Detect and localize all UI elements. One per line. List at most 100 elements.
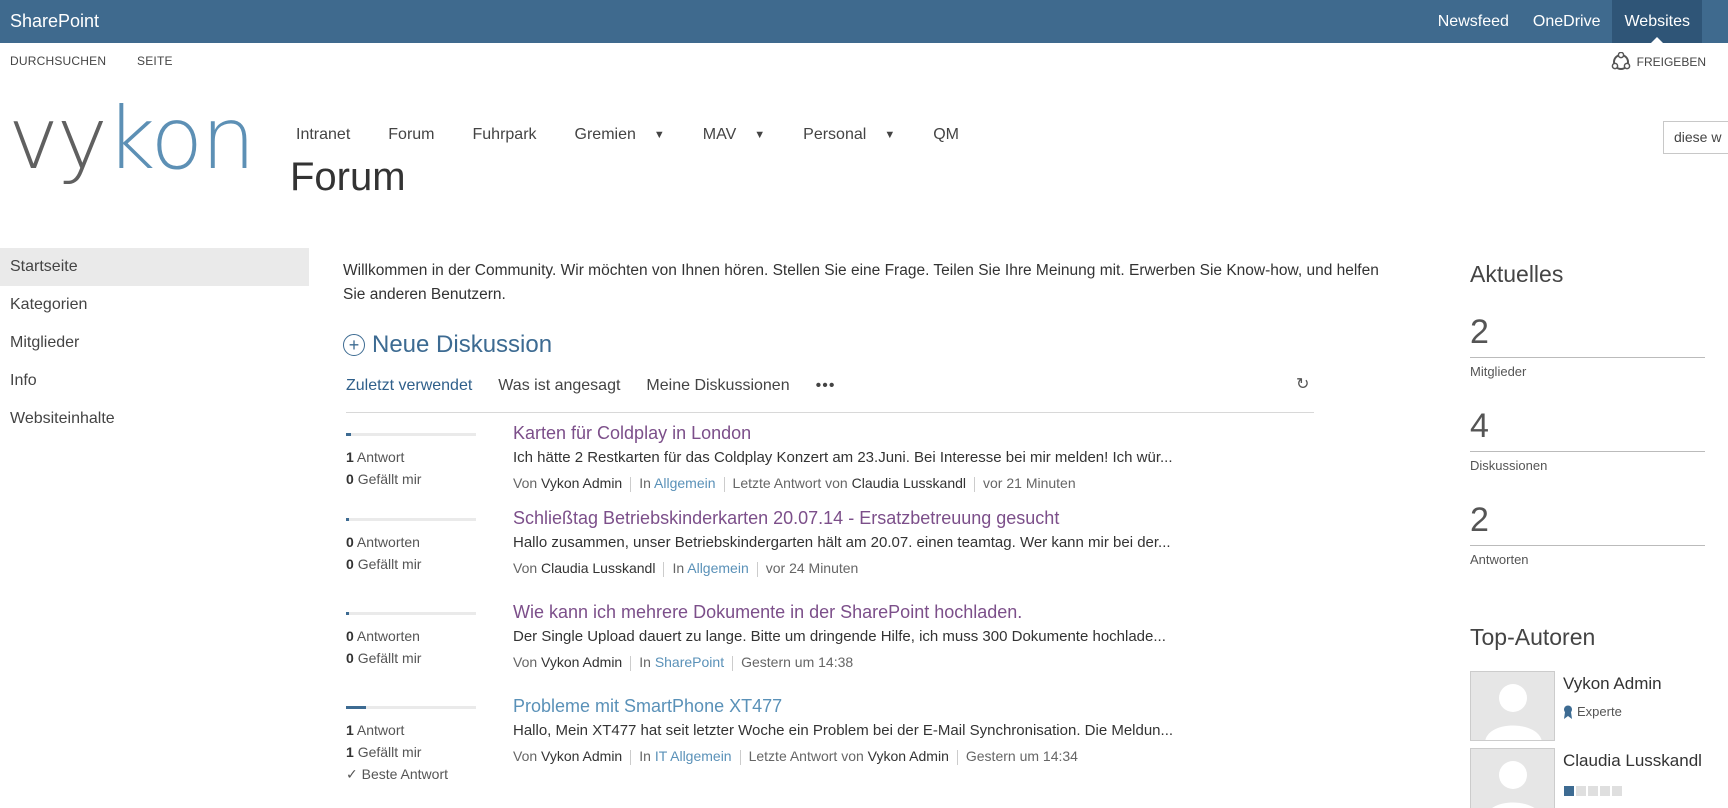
topnav-personal[interactable]: Personal ▼ (803, 126, 895, 144)
site-logo[interactable]: vykon (8, 96, 256, 182)
logo-text-kon: kon (105, 89, 256, 189)
author-name[interactable]: Vykon Admin (1563, 674, 1662, 694)
discussion-title[interactable]: Probleme mit SmartPhone XT477 (513, 696, 782, 717)
avatar[interactable] (1470, 748, 1555, 808)
in-label: In (639, 654, 651, 670)
topnav-mav[interactable]: MAV ▼ (703, 126, 765, 144)
meta-separator (756, 561, 758, 577)
likes-label: Gefällt mir (357, 650, 422, 666)
suite-link-newsfeed[interactable]: Newsfeed (1426, 0, 1521, 43)
by-label: Von (513, 560, 538, 576)
discussion-item: 1 Antwort 1 Gefällt mir ✓ Beste Antwort … (346, 696, 1316, 806)
likes-count: 0 (346, 650, 354, 666)
topnav-gremien[interactable]: Gremien ▼ (575, 126, 665, 144)
topnav-label: QM (933, 126, 959, 143)
discussion-item: 0 Antworten 0 Gefällt mir Schließtag Bet… (346, 508, 1316, 604)
topnav-label: Personal (803, 126, 867, 143)
discussion-excerpt: Der Single Upload dauert zu lange. Bitte… (513, 628, 1166, 645)
top-author-item[interactable]: Claudia Lusskandl (1470, 748, 1728, 808)
top-author-item[interactable]: Vykon Admin Experte (1470, 671, 1728, 741)
ribbon-tab-browse[interactable]: DURCHSUCHEN (10, 54, 106, 68)
author-name[interactable]: Claudia Lusskandl (1563, 751, 1702, 771)
tab-zuletzt-verwendet[interactable]: Zuletzt verwendet (346, 377, 472, 395)
activity-bar-fill (346, 518, 349, 521)
leftnav-item-startseite[interactable]: Startseite (0, 248, 309, 286)
by-label: Von (513, 654, 538, 670)
level-block (1600, 786, 1610, 796)
leftnav-item-mitglieder[interactable]: Mitglieder (0, 324, 309, 362)
dropdown-caret-icon[interactable]: ▼ (654, 129, 665, 141)
category-link[interactable]: Allgemein (687, 560, 748, 576)
stat-replies[interactable]: 2 Antworten (1470, 501, 1705, 567)
share-button[interactable]: FREIGEBEN (1611, 52, 1706, 72)
topnav-label: MAV (702, 126, 737, 143)
discussion-title[interactable]: Wie kann ich mehrere Dokumente in der Sh… (513, 602, 1022, 623)
meta-separator (723, 476, 725, 492)
left-navigation: Startseite Kategorien Mitglieder Info We… (0, 248, 309, 438)
reputation-level (1564, 786, 1622, 796)
category-link[interactable]: Allgemein (654, 475, 715, 491)
person-placeholder-icon (1471, 672, 1554, 740)
topnav-label: Intranet (296, 126, 351, 143)
topnav-label: Forum (388, 126, 435, 143)
top-authors-heading: Top-Autoren (1470, 624, 1596, 650)
stat-divider (1470, 357, 1705, 358)
suite-link-onedrive[interactable]: OneDrive (1521, 0, 1613, 43)
meta-separator (630, 655, 632, 671)
level-block (1588, 786, 1598, 796)
ribbon-tab-page[interactable]: SEITE (137, 54, 173, 68)
refresh-icon[interactable]: ↻ (1296, 374, 1309, 394)
last-reply-author[interactable]: Vykon Admin (868, 748, 949, 764)
leftnav-item-websiteinhalte[interactable]: Websiteinhalte (0, 400, 309, 438)
person-placeholder-icon (1471, 749, 1554, 808)
category-link[interactable]: SharePoint (655, 654, 724, 670)
author-name[interactable]: Vykon Admin (541, 748, 622, 764)
discussion-meta: Von Vykon Admin In SharePoint Gestern um 1… (513, 654, 853, 671)
topnav-label: Fuhrpark (472, 126, 537, 143)
sharepoint-brand[interactable]: SharePoint (10, 11, 99, 32)
dropdown-caret-icon[interactable]: ▼ (884, 129, 895, 141)
discussion-meta: Von Vykon Admin In IT Allgemein Letzte Ant… (513, 748, 1078, 765)
activity-bar-fill (346, 706, 366, 709)
page-title: Forum (290, 155, 406, 199)
stat-discussions[interactable]: 4 Diskussionen (1470, 407, 1705, 473)
more-tabs-ellipsis-icon[interactable]: ••• (816, 377, 836, 395)
tab-meine-diskussionen[interactable]: Meine Diskussionen (646, 377, 789, 395)
topnav-intranet[interactable]: Intranet (296, 126, 350, 144)
stat-value: 2 (1470, 313, 1489, 351)
discussion-time: Gestern um 14:38 (741, 654, 854, 670)
stat-label: Antworten (1470, 552, 1529, 567)
new-discussion-button[interactable]: + Neue Diskussion (343, 331, 552, 359)
discussion-excerpt: Hallo, Mein XT477 hat seit letzter Woche… (513, 722, 1174, 739)
leftnav-item-kategorien[interactable]: Kategorien (0, 286, 309, 324)
discussion-title[interactable]: Karten für Coldplay in London (513, 423, 751, 444)
last-reply-author[interactable]: Claudia Lusskandl (852, 475, 966, 491)
replies-label: Antwort (356, 722, 405, 738)
stat-members[interactable]: 2 Mitglieder (1470, 313, 1705, 379)
search-input[interactable]: diese w (1663, 121, 1728, 154)
author-name[interactable]: Vykon Admin (541, 654, 622, 670)
replies-count: 0 (346, 628, 354, 644)
discussion-title[interactable]: Schließtag Betriebskinderkarten 20.07.14… (513, 508, 1059, 529)
topnav-qm[interactable]: QM (933, 126, 959, 144)
logo-text-vy: vy (8, 89, 108, 189)
meta-separator (974, 476, 976, 492)
level-block (1612, 786, 1622, 796)
activity-bar (346, 433, 476, 436)
avatar[interactable] (1470, 671, 1555, 741)
topnav-label: Gremien (574, 126, 636, 143)
dropdown-caret-icon[interactable]: ▼ (754, 129, 765, 141)
discussion-item: 1 Antwort 0 Gefällt mir Karten für Coldp… (346, 423, 1316, 519)
category-link[interactable]: IT Allgemein (655, 748, 732, 764)
replies-label: Antworten (356, 534, 420, 550)
suite-link-websites[interactable]: Websites (1612, 0, 1702, 43)
author-name[interactable]: Claudia Lusskandl (541, 560, 655, 576)
author-name[interactable]: Vykon Admin (541, 475, 622, 491)
topnav-forum[interactable]: Forum (388, 126, 434, 144)
leftnav-item-info[interactable]: Info (0, 362, 309, 400)
likes-count: 0 (346, 556, 354, 572)
likes-label: Gefällt mir (357, 744, 422, 760)
tab-was-ist-angesagt[interactable]: Was ist angesagt (498, 377, 620, 395)
meta-separator (663, 561, 665, 577)
topnav-fuhrpark[interactable]: Fuhrpark (473, 126, 537, 144)
